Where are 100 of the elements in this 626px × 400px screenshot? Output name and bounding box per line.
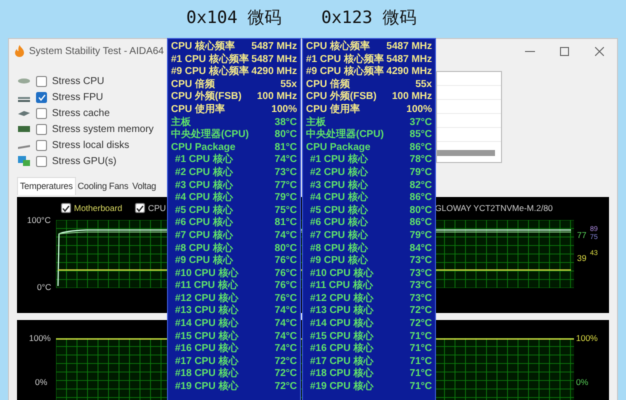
sensor-value: 76°C <box>274 280 297 293</box>
sensor-value: 5487 MHz <box>386 41 432 54</box>
sensor-label: #10 CPU 核心 <box>175 268 238 279</box>
sensor-label: 主板 <box>306 116 326 128</box>
sensor-label: #11 CPU 核心 <box>175 280 238 292</box>
sensor-value: 74°C <box>274 230 297 242</box>
sensor-value: 80°C <box>274 129 297 142</box>
option-label: Stress CPU <box>52 74 104 88</box>
window-title: System Stability Test - AIDA64 <box>29 44 164 58</box>
sensor-value: 79°C <box>410 166 432 180</box>
sensor-label: #9 CPU 核心频率 <box>171 66 249 78</box>
sensor-label: #12 CPU 核心 <box>175 292 238 304</box>
axis-label: 0% <box>576 378 588 386</box>
checkbox[interactable] <box>36 108 47 118</box>
sensor-label: #5 CPU 核心 <box>175 204 233 216</box>
sensor-label: #3 CPU 核心 <box>310 180 368 191</box>
sensor-label: #15 CPU 核心 <box>175 330 238 342</box>
sensor-label: #13 CPU 核心 <box>310 305 374 317</box>
sensor-value: 79°C <box>410 230 432 242</box>
sensor-label: #9 CPU 核心 <box>175 255 233 267</box>
sensor-label: #1 CPU 核心 <box>310 154 368 166</box>
sensor-value: 5487 MHz <box>251 54 297 66</box>
sensor-value: 74°C <box>274 330 297 344</box>
sensor-label: #18 CPU 核心 <box>310 368 374 380</box>
sensor-value: 71°C <box>410 368 432 382</box>
monitor-icon <box>17 156 31 166</box>
sensor-value: 85°C <box>410 129 432 142</box>
sensor-value: 72°C <box>274 368 297 382</box>
checkbox[interactable] <box>36 156 47 166</box>
sensor-label: #5 CPU 核心 <box>310 204 368 216</box>
sensor-value: 5487 MHz <box>251 41 297 54</box>
checkbox[interactable] <box>36 140 47 150</box>
sensor-value: 86°C <box>410 142 432 154</box>
sensor-value: 73°C <box>410 292 432 306</box>
chip-icon <box>17 108 31 118</box>
legend-checkbox[interactable] <box>135 203 145 213</box>
sensor-label: #16 CPU 核心 <box>310 343 374 355</box>
list-box[interactable] <box>436 71 502 163</box>
sensor-label: #2 CPU 核心 <box>175 166 233 179</box>
sensor-label: 中央处理器(CPU) <box>171 129 249 142</box>
axis-label: 100°C <box>27 216 51 224</box>
disc-icon <box>17 76 31 86</box>
close-icon <box>595 46 604 56</box>
tab[interactable]: Temperatures <box>17 176 76 195</box>
sensor-value: 72°C <box>274 356 297 368</box>
sensor-value: 81°C <box>274 142 297 154</box>
sensor-value: 71°C <box>410 330 432 344</box>
sensor-label: #7 CPU 核心 <box>310 230 368 242</box>
legend-checkbox[interactable] <box>61 203 71 213</box>
sensor-value: 72°C <box>410 305 432 318</box>
sensor-label: #1 CPU 核心 <box>175 154 233 166</box>
option-label: Stress GPU(s) <box>52 154 116 168</box>
scrollbar-thumb[interactable] <box>437 150 495 156</box>
sensor-value: 80°C <box>410 204 432 218</box>
sensor-value: 76°C <box>274 268 297 280</box>
sensor-value: 82°C <box>410 180 432 192</box>
legend-label: GLOWAY YCT2TNVMe-M.2/80 <box>435 204 553 212</box>
tab[interactable]: Cooling Fans <box>76 178 130 195</box>
sensor-label: #19 CPU 核心 <box>175 381 238 394</box>
sensor-label: CPU 倍频 <box>171 78 215 90</box>
sensor-value: 78°C <box>410 154 432 167</box>
tab[interactable]: Voltag <box>130 178 158 195</box>
sensor-label: #8 CPU 核心 <box>175 242 233 254</box>
sensor-label: #4 CPU 核心 <box>175 192 233 204</box>
sensor-label: #1 CPU 核心频率 <box>306 54 384 65</box>
memory-module-icon <box>17 124 31 134</box>
sensor-value: 72°C <box>274 381 297 394</box>
sensor-value: 74°C <box>274 343 297 356</box>
sensor-label: #4 CPU 核心 <box>310 192 368 204</box>
checkbox[interactable] <box>36 124 47 134</box>
sensor-value: 84°C <box>410 242 432 256</box>
checkbox[interactable] <box>36 92 47 102</box>
sensor-value: 76°C <box>274 292 297 306</box>
sensor-value: 71°C <box>410 381 432 394</box>
sensor-label: #6 CPU 核心 <box>310 217 368 229</box>
sensor-label: #3 CPU 核心 <box>175 180 233 191</box>
sensor-value: 80°C <box>274 242 297 256</box>
axis-label: 0% <box>35 378 48 386</box>
sensor-reading: 77 <box>577 231 586 240</box>
checkbox[interactable] <box>36 76 47 86</box>
flame-icon <box>14 45 25 57</box>
sensor-value: 100% <box>406 104 432 117</box>
sensor-value: 76°C <box>274 255 297 268</box>
sensor-label: CPU 使用率 <box>306 104 360 116</box>
sensor-value: 71°C <box>410 356 432 368</box>
sensor-value: 4290 MHz <box>386 66 432 79</box>
option-label: Stress local disks <box>52 138 130 152</box>
sensor-label: #12 CPU 核心 <box>310 292 374 304</box>
sensor-label: #14 CPU 核心 <box>175 318 238 330</box>
sensor-value: 74°C <box>274 318 297 331</box>
sensor-label: #18 CPU 核心 <box>175 368 238 380</box>
sensor-value: 73°C <box>410 268 432 280</box>
sensor-label: #15 CPU 核心 <box>310 330 374 342</box>
sensor-label: #16 CPU 核心 <box>175 343 238 355</box>
sensor-value: 38°C <box>274 116 297 130</box>
sensor-value: 100 MHz <box>256 91 297 104</box>
sensor-label: #11 CPU 核心 <box>310 280 373 292</box>
sensor-label: #17 CPU 核心 <box>175 356 238 367</box>
sensor-label: CPU 使用率 <box>171 104 225 116</box>
sensor-label: #13 CPU 核心 <box>175 305 238 317</box>
